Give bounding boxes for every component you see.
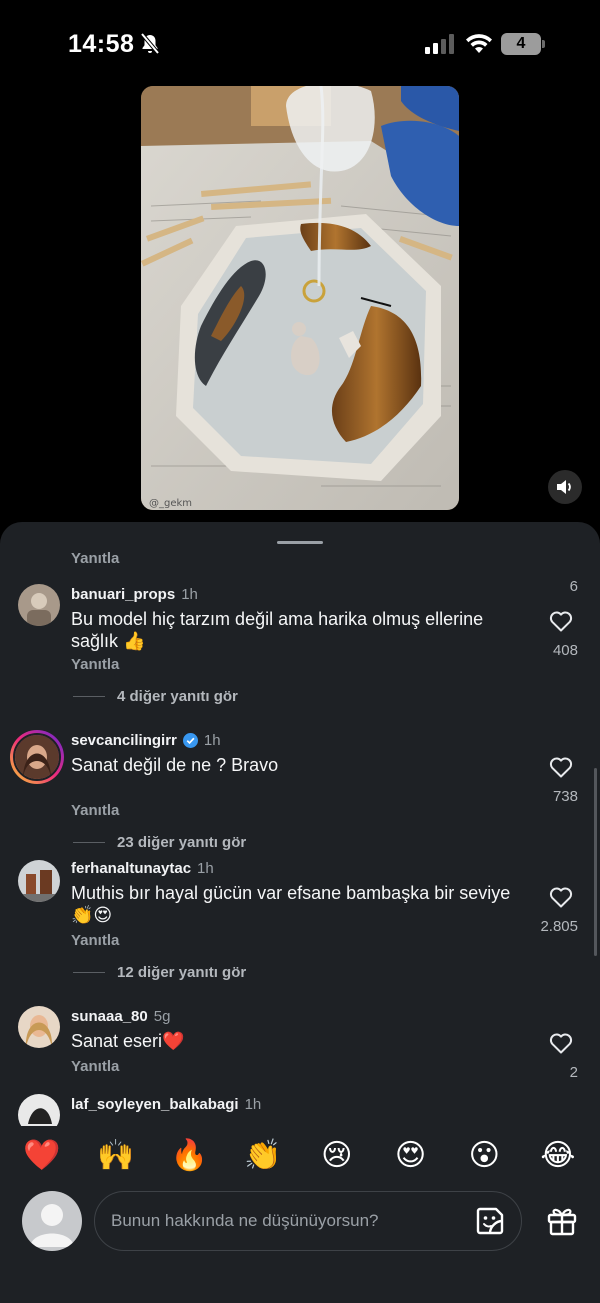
video-watermark: @_gekm bbox=[149, 498, 192, 509]
video-player[interactable]: @_gekm bbox=[141, 86, 459, 510]
reply-button[interactable]: Yanıtla bbox=[71, 656, 119, 673]
sticker-icon[interactable] bbox=[474, 1205, 506, 1237]
comment-text: Muthis bır hayal gücün var efsane bambaş… bbox=[71, 883, 511, 925]
video-frame-image: @_gekm bbox=[141, 86, 459, 510]
comment-time: 1h bbox=[203, 732, 221, 749]
comment-text: Sanat değil de ne ? Bravo bbox=[71, 755, 279, 775]
like-count: 408 bbox=[552, 642, 578, 659]
comment-meta: ferhanaltunaytac 1h bbox=[71, 860, 214, 877]
avatar[interactable] bbox=[18, 584, 60, 626]
view-more-replies-label: 23 diğer yanıtı gör bbox=[117, 834, 247, 851]
avatar-with-story-ring[interactable] bbox=[10, 730, 64, 784]
quick-reactions-bar: ❤️ 🙌 🔥 👏 😢 😍 😮 😂 bbox=[0, 1126, 600, 1186]
video-area: @_gekm bbox=[0, 86, 600, 526]
username[interactable]: ferhanaltunaytac bbox=[71, 860, 191, 877]
sound-toggle-button[interactable] bbox=[548, 470, 582, 504]
view-more-replies-label: 12 diğer yanıtı gör bbox=[117, 964, 247, 981]
reaction-clapping[interactable]: 👏 bbox=[243, 1138, 283, 1174]
like-count: 2.805 bbox=[540, 918, 578, 935]
heart-icon[interactable] bbox=[549, 610, 573, 632]
reply-button[interactable]: Yanıtla bbox=[71, 932, 119, 949]
comment-time: 1h bbox=[244, 1096, 262, 1113]
comment-item: sunaaa_80 5g Sanat eseri❤️ Yanıtla 2 bbox=[0, 1006, 600, 1106]
like-count: 738 bbox=[552, 788, 578, 805]
comment-item: sevcancilingirr 1h Sanat değil de ne ? B… bbox=[0, 730, 600, 860]
reply-button[interactable]: Yanıtla bbox=[71, 802, 119, 819]
comment-composer: Bunun hakkında ne düşünüyorsun? bbox=[0, 1186, 600, 1303]
reaction-heart-eyes[interactable]: 😍 bbox=[391, 1138, 431, 1174]
heart-icon[interactable] bbox=[549, 886, 573, 908]
comment-meta: sunaaa_80 5g bbox=[71, 1008, 170, 1025]
username[interactable]: sunaaa_80 bbox=[71, 1008, 148, 1025]
comment-text: Sanat eseri❤️ bbox=[71, 1031, 185, 1051]
username[interactable]: laf_soyleyen_balkabagi bbox=[71, 1096, 239, 1113]
reaction-fire[interactable]: 🔥 bbox=[169, 1138, 209, 1174]
reaction-laughing[interactable]: 😂 bbox=[538, 1138, 578, 1174]
reply-button[interactable]: Yanıtla bbox=[71, 1058, 119, 1075]
username[interactable]: sevcancilingirr bbox=[71, 732, 177, 749]
comment-input-placeholder: Bunun hakkında ne düşünüyorsun? bbox=[111, 1211, 379, 1230]
reaction-crying[interactable]: 😢 bbox=[317, 1138, 357, 1174]
avatar[interactable] bbox=[18, 860, 60, 902]
comment-time: 5g bbox=[153, 1008, 171, 1025]
comment-meta: banuari_props 1h bbox=[71, 586, 198, 603]
bell-off-icon bbox=[140, 33, 160, 55]
view-more-replies[interactable]: 23 diğer yanıtı gör bbox=[73, 834, 246, 851]
view-more-replies[interactable]: 12 diğer yanıtı gör bbox=[73, 964, 246, 981]
status-bar: 14:58 4 bbox=[0, 0, 600, 86]
comment-text: Bu model hiç tarzım değil ama harika olm… bbox=[71, 609, 484, 651]
reaction-heart[interactable]: ❤️ bbox=[22, 1138, 62, 1174]
comment-item: banuari_props 1h Bu model hiç tarzım değ… bbox=[0, 584, 600, 714]
comment-input[interactable]: Bunun hakkında ne düşünüyorsun? bbox=[94, 1191, 522, 1251]
comment-time: 1h bbox=[181, 586, 198, 603]
view-more-replies-label: 4 diğer yanıtı gör bbox=[117, 688, 238, 705]
username[interactable]: banuari_props bbox=[71, 586, 175, 603]
heart-icon[interactable] bbox=[549, 1032, 573, 1054]
comment-time: 1h bbox=[197, 860, 214, 877]
gift-icon[interactable] bbox=[545, 1203, 579, 1237]
comment-partial-top: Yanıtla 6 bbox=[0, 546, 600, 595]
comment-item: ferhanaltunaytac 1h Muthis bır hayal güc… bbox=[0, 858, 600, 988]
battery-indicator: 4 bbox=[501, 33, 545, 55]
clock: 14:58 bbox=[68, 30, 135, 58]
heart-icon[interactable] bbox=[549, 756, 573, 778]
comment-meta: laf_soyleyen_balkabagi 1h bbox=[71, 1096, 261, 1113]
speaker-icon bbox=[557, 480, 571, 494]
sheet-drag-handle[interactable] bbox=[277, 541, 323, 544]
avatar[interactable] bbox=[18, 1006, 60, 1048]
like-count: 2 bbox=[569, 1064, 578, 1081]
comment-meta: sevcancilingirr 1h bbox=[71, 732, 221, 749]
default-user-icon bbox=[30, 1204, 74, 1247]
my-avatar bbox=[22, 1191, 82, 1251]
reaction-raised-hands[interactable]: 🙌 bbox=[96, 1138, 136, 1174]
verified-badge-icon bbox=[182, 733, 198, 748]
cellular-signal-icon bbox=[425, 34, 454, 54]
view-more-replies[interactable]: 4 diğer yanıtı gör bbox=[73, 688, 238, 705]
battery-level: 4 bbox=[501, 33, 541, 55]
wifi-icon bbox=[466, 34, 492, 53]
reaction-surprised[interactable]: 😮 bbox=[464, 1138, 504, 1174]
reply-button[interactable]: Yanıtla bbox=[71, 550, 119, 567]
